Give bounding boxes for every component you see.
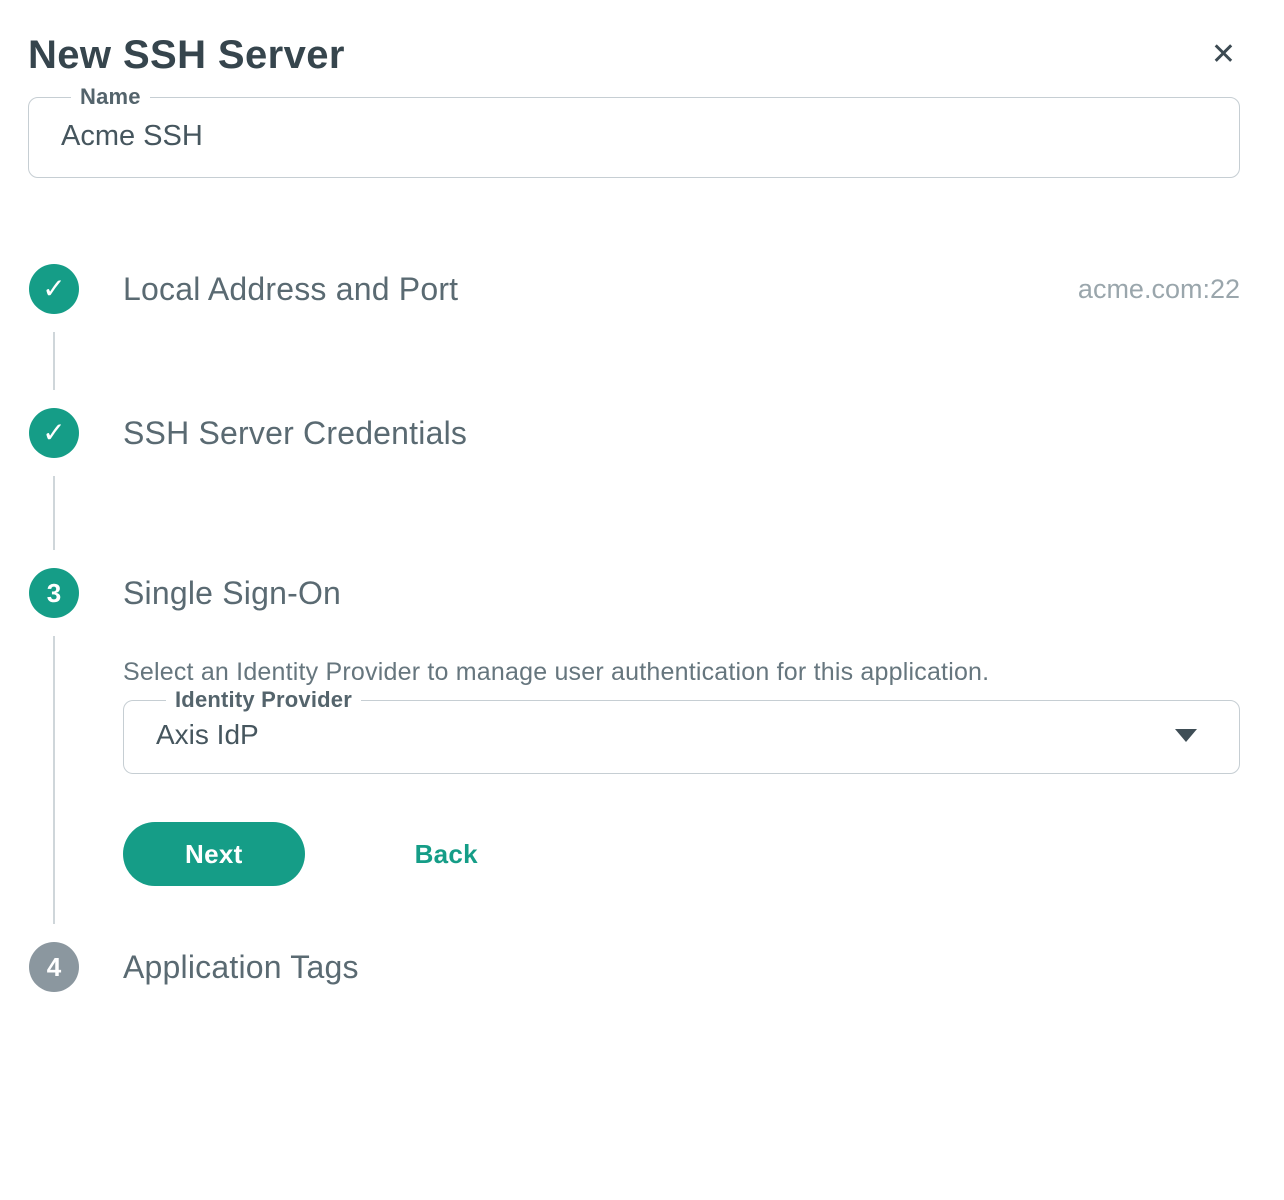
step-single-sign-on: 3 Single Sign-On Select an Identity Prov…	[28, 568, 1240, 942]
identity-provider-value: Axis IdP	[156, 719, 259, 750]
step-connector	[53, 476, 55, 550]
close-button[interactable]: ✕	[1203, 26, 1240, 78]
modal-header: New SSH Server ✕	[28, 26, 1240, 84]
step-3-active-indicator: 3	[29, 568, 79, 618]
step-1-label: Local Address and Port	[123, 270, 459, 307]
name-field-label: Name	[80, 84, 141, 109]
step-1-value: acme.com:22	[1077, 273, 1240, 304]
page-title: New SSH Server	[28, 33, 345, 77]
chevron-down-icon	[1175, 728, 1197, 742]
step-4-number: 4	[46, 951, 62, 982]
step-1-rail: ✓	[28, 264, 80, 408]
step-1-complete-indicator: ✓	[29, 264, 79, 314]
step-3-number: 3	[46, 577, 62, 608]
step-2-complete-indicator: ✓	[29, 408, 79, 458]
sso-description: Select an Identity Provider to manage us…	[123, 658, 990, 686]
name-field: Name	[28, 84, 1240, 178]
check-icon: ✓	[42, 416, 66, 448]
check-icon: ✓	[42, 272, 66, 304]
back-button[interactable]: Back	[415, 839, 478, 870]
step-local-address-and-port: ✓ Local Address and Port acme.com:22	[28, 264, 1240, 408]
step-3-rail: 3	[28, 568, 80, 942]
identity-provider-field: Identity Provider Axis IdP	[123, 687, 1240, 774]
close-icon: ✕	[1210, 38, 1236, 71]
step-ssh-server-credentials: ✓ SSH Server Credentials	[28, 408, 1240, 568]
step-connector	[53, 332, 55, 390]
step-connector	[53, 636, 55, 924]
step-4-upcoming-indicator: 4	[29, 942, 79, 992]
new-ssh-server-modal: New SSH Server ✕ Name ✓ Local Address an…	[0, 0, 1284, 1200]
step-2-label: SSH Server Credentials	[123, 414, 468, 451]
step-3-label: Single Sign-On	[123, 574, 342, 611]
step-4-label: Application Tags	[123, 948, 359, 985]
wizard-steps: ✓ Local Address and Port acme.com:22 ✓ S…	[28, 264, 1240, 992]
identity-provider-label: Identity Provider	[175, 687, 352, 712]
step-actions: Next Back	[123, 822, 1240, 886]
step-2-rail: ✓	[28, 408, 80, 568]
name-input[interactable]	[55, 110, 1213, 173]
step-4-rail: 4	[28, 942, 80, 992]
next-button[interactable]: Next	[123, 822, 305, 886]
step-application-tags: 4 Application Tags	[28, 942, 1240, 992]
identity-provider-select[interactable]: Axis IdP	[150, 713, 1213, 769]
